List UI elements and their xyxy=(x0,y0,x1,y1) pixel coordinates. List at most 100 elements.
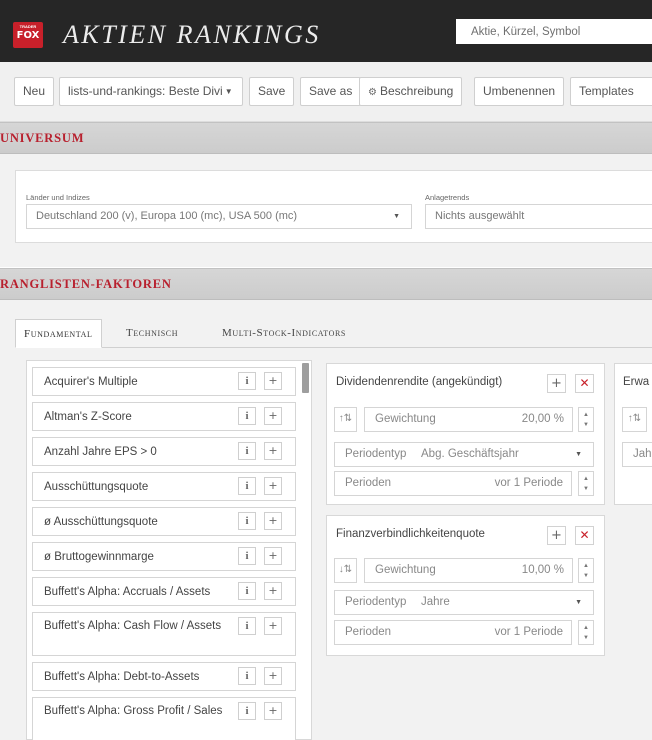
toolbar: Neu lists-und-rankings: Beste Divi ▼ Save… xyxy=(0,62,652,122)
weight-stepper[interactable]: ▲ ▼ xyxy=(578,558,594,583)
remove-icon[interactable]: ✕ xyxy=(575,374,594,393)
sort-icon[interactable]: ↓⇅ xyxy=(334,558,357,583)
description-button-label: Beschreibung xyxy=(379,84,454,98)
periods-label: Perioden xyxy=(345,626,392,638)
periods-field[interactable]: Perioden vor 1 Periode xyxy=(334,471,572,496)
tab-multi-stock-indicators[interactable]: Multi-Stock-Indicators xyxy=(214,319,354,348)
trends-select[interactable]: Nichts ausgewählt xyxy=(425,204,652,229)
info-icon[interactable]: i xyxy=(238,407,256,425)
add-factor-button[interactable]: + xyxy=(264,582,282,600)
universe-section-title: UNIVERSUM xyxy=(0,131,85,145)
info-icon[interactable]: i xyxy=(238,582,256,600)
save-button[interactable]: Save xyxy=(249,77,295,106)
list-select-label: lists-und-rankings: Beste Divi xyxy=(68,84,223,98)
periods-field[interactable]: Perioden vor 1 Periode xyxy=(334,620,572,645)
list-item[interactable]: Buffett's Alpha: Accruals / Assets i + xyxy=(32,577,296,606)
list-item[interactable]: ø Ausschüttungsquote i + xyxy=(32,507,296,536)
new-button[interactable]: Neu xyxy=(14,77,55,106)
info-icon[interactable]: i xyxy=(238,512,256,530)
period-type-label: Periodentyp xyxy=(345,448,407,460)
list-item[interactable]: Acquirer's Multiple i + xyxy=(32,367,296,396)
factor-label: Buffett's Alpha: Debt-to-Assets xyxy=(44,671,200,683)
universe-section-bar: UNIVERSUM xyxy=(0,122,652,154)
list-item[interactable]: Buffett's Alpha: Gross Profit / Sales i … xyxy=(32,697,296,740)
list-item[interactable]: ø Bruttogewinnmarge i + xyxy=(32,542,296,571)
search-input[interactable] xyxy=(456,19,652,44)
periods-stepper[interactable]: ▲ ▼ xyxy=(578,471,594,496)
factor-label: Buffett's Alpha: Accruals / Assets xyxy=(44,586,211,598)
sort-icon[interactable]: ↑⇅ xyxy=(334,407,357,432)
factor-list-scrollbar[interactable] xyxy=(302,363,309,393)
countries-select[interactable]: Deutschland 200 (v), Europa 100 (mc), US… xyxy=(26,204,412,229)
weight-value: 20,00 % xyxy=(521,413,564,425)
logo-small-text: TRADER xyxy=(19,24,37,29)
info-icon[interactable]: i xyxy=(238,372,256,390)
add-factor-button[interactable]: + xyxy=(264,477,282,495)
list-item[interactable]: Buffett's Alpha: Debt-to-Assets i + xyxy=(32,662,296,691)
info-icon[interactable]: i xyxy=(238,547,256,565)
period-type-select[interactable]: Jah xyxy=(622,442,652,467)
period-type-select[interactable]: Periodentyp Jahre ▼ xyxy=(334,590,594,615)
description-button[interactable]: ⚙ Beschreibung xyxy=(359,77,463,106)
add-factor-button[interactable]: + xyxy=(264,372,282,390)
period-type-value: Jahre xyxy=(421,596,450,608)
caret-down-icon: ▼ xyxy=(393,213,400,220)
weight-label: Gewichtung xyxy=(375,413,436,425)
app-title: AKTIEN RANKINGS xyxy=(63,20,321,49)
add-factor-button[interactable]: + xyxy=(264,512,282,530)
factor-label: Buffett's Alpha: Cash Flow / Assets xyxy=(44,620,222,632)
app-header: TRADER FOX AKTIEN RANKINGS xyxy=(0,0,652,62)
rename-button[interactable]: Umbenennen xyxy=(474,77,565,106)
weight-stepper[interactable]: ▲ ▼ xyxy=(578,407,594,432)
new-button-label: Neu xyxy=(23,84,46,98)
info-icon[interactable]: i xyxy=(238,442,256,460)
weight-field[interactable]: Gewichtung 10,00 % xyxy=(364,558,573,583)
factor-card-title: Dividendenrendite (angekündigt) xyxy=(336,376,503,388)
list-item[interactable]: Buffett's Alpha: Cash Flow / Assets i + xyxy=(32,612,296,656)
info-icon[interactable]: i xyxy=(238,477,256,495)
templates-button-label: Templates xyxy=(579,84,634,98)
factor-label: Altman's Z-Score xyxy=(44,411,132,423)
add-factor-button[interactable]: + xyxy=(264,442,282,460)
list-item[interactable]: Anzahl Jahre EPS > 0 i + xyxy=(32,437,296,466)
period-type-select[interactable]: Periodentyp Abg. Geschäftsjahr ▼ xyxy=(334,442,594,467)
selected-factor-card: Erwa ↑⇅ Jah xyxy=(614,363,652,505)
periods-value: vor 1 Periode xyxy=(494,477,563,489)
add-factor-button[interactable]: + xyxy=(264,702,282,720)
weight-field[interactable]: Gewichtung 20,00 % xyxy=(364,407,573,432)
info-icon[interactable]: i xyxy=(238,667,256,685)
factor-label: ø Ausschüttungsquote xyxy=(44,516,158,528)
traderfox-logo[interactable]: TRADER FOX xyxy=(13,22,43,48)
periods-stepper[interactable]: ▲ ▼ xyxy=(578,620,594,645)
remove-icon[interactable]: ✕ xyxy=(575,526,594,545)
ranking-section-title: RANGLISTEN-FAKTOREN xyxy=(0,277,172,291)
caret-down-icon: ▼ xyxy=(575,451,582,458)
factor-label: Acquirer's Multiple xyxy=(44,376,138,388)
list-item[interactable]: Altman's Z-Score i + xyxy=(32,402,296,431)
add-factor-button[interactable]: + xyxy=(264,617,282,635)
info-icon[interactable]: i xyxy=(238,702,256,720)
add-factor-button[interactable]: + xyxy=(264,547,282,565)
gear-icon: ⚙ xyxy=(368,87,377,98)
save-as-button[interactable]: Save as xyxy=(300,77,362,106)
factor-label: Ausschüttungsquote xyxy=(44,481,149,493)
rename-button-label: Umbenennen xyxy=(483,84,556,98)
sort-icon[interactable]: ↑⇅ xyxy=(622,407,647,432)
add-icon[interactable]: + xyxy=(547,374,566,393)
tab-technisch[interactable]: Technisch xyxy=(118,319,186,348)
factor-card-title: Finanzverbindlichkeitenquote xyxy=(336,528,485,540)
add-icon[interactable]: + xyxy=(547,526,566,545)
caret-down-icon: ▼ xyxy=(224,87,233,96)
logo-main-text: FOX xyxy=(16,30,40,41)
add-factor-button[interactable]: + xyxy=(264,667,282,685)
weight-label: Gewichtung xyxy=(375,564,436,576)
selected-factor-card: Dividendenrendite (angekündigt) + ✕ ↑⇅ G… xyxy=(326,363,605,505)
templates-button[interactable]: Templates xyxy=(570,77,652,106)
countries-label: Länder und Indizes xyxy=(26,193,90,202)
list-item[interactable]: Ausschüttungsquote i + xyxy=(32,472,296,501)
tab-fundamental[interactable]: Fundamental xyxy=(15,319,102,348)
info-icon[interactable]: i xyxy=(238,617,256,635)
list-select-dropdown[interactable]: lists-und-rankings: Beste Divi ▼ xyxy=(59,77,243,106)
factor-card-title: Erwa xyxy=(623,376,650,388)
add-factor-button[interactable]: + xyxy=(264,407,282,425)
